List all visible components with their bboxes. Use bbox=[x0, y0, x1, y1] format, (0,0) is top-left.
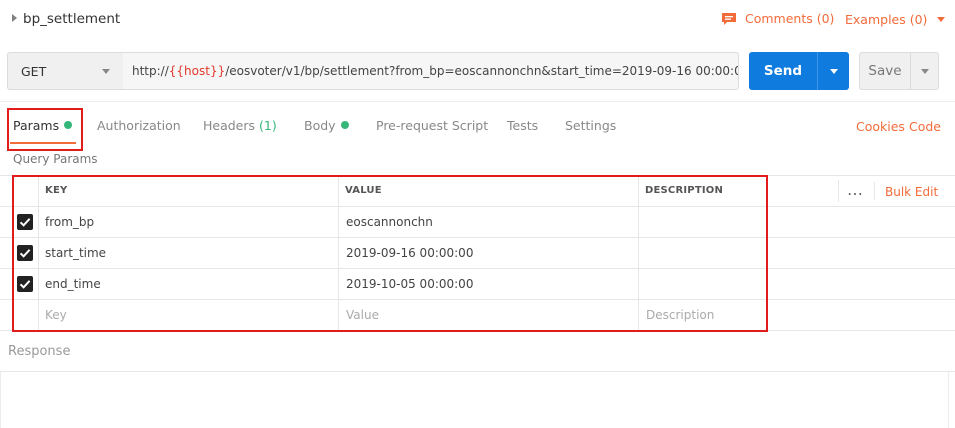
tab-headers[interactable]: Headers (1) bbox=[203, 118, 277, 133]
expand-caret-icon[interactable] bbox=[12, 14, 17, 22]
column-divider bbox=[838, 180, 839, 202]
more-options-icon[interactable]: … bbox=[847, 180, 864, 199]
tab-body-label: Body bbox=[304, 118, 336, 133]
tab-headers-label: Headers bbox=[203, 118, 256, 133]
headers-count: (1) bbox=[259, 118, 277, 133]
panel-border-right bbox=[948, 372, 949, 428]
response-heading: Response bbox=[8, 344, 71, 359]
url-host-variable: {{host}} bbox=[168, 64, 226, 78]
tab-settings[interactable]: Settings bbox=[565, 118, 616, 133]
send-label: Send bbox=[763, 63, 803, 79]
chevron-down-icon bbox=[829, 68, 838, 74]
chevron-down-icon bbox=[102, 68, 110, 74]
tab-authorization[interactable]: Authorization bbox=[97, 118, 181, 133]
method-label: GET bbox=[21, 63, 47, 79]
code-link[interactable]: Code bbox=[909, 119, 941, 134]
tab-tests[interactable]: Tests bbox=[507, 118, 538, 133]
column-divider bbox=[874, 182, 875, 200]
save-label: Save bbox=[868, 63, 902, 79]
divider bbox=[0, 101, 955, 102]
comments-label: Comments (0) bbox=[745, 11, 835, 26]
comments-button[interactable]: Comments (0) bbox=[721, 11, 834, 26]
chevron-down-icon bbox=[920, 68, 929, 74]
body-indicator-dot bbox=[340, 121, 349, 129]
url-path: /eosvoter/v1/bp/settlement?from_bp=eosca… bbox=[225, 64, 739, 78]
request-title[interactable]: bp_settlement bbox=[23, 11, 120, 27]
url-prefix: http:// bbox=[132, 64, 169, 78]
send-button[interactable]: Send bbox=[749, 52, 849, 90]
comment-icon bbox=[721, 12, 737, 26]
cookies-link[interactable]: Cookies bbox=[856, 119, 905, 134]
tab-prerequest-script[interactable]: Pre-request Script bbox=[376, 118, 488, 133]
response-divider bbox=[0, 371, 955, 372]
send-options-button[interactable] bbox=[817, 52, 849, 90]
chevron-down-icon bbox=[937, 17, 946, 22]
save-options-button[interactable] bbox=[910, 53, 938, 89]
examples-dropdown[interactable]: Examples (0) bbox=[845, 12, 946, 27]
bulk-edit-link[interactable]: Bulk Edit bbox=[885, 185, 938, 199]
url-input[interactable]: http://{{host}}/eosvoter/v1/bp/settlemen… bbox=[123, 52, 739, 90]
examples-label: Examples (0) bbox=[845, 12, 928, 27]
annotation-box-params-table bbox=[12, 175, 768, 332]
tab-body[interactable]: Body bbox=[304, 118, 349, 133]
save-button[interactable]: Save bbox=[859, 52, 939, 90]
panel-border-left bbox=[0, 372, 1, 428]
method-select[interactable]: GET bbox=[7, 52, 124, 90]
query-params-heading: Query Params bbox=[13, 152, 98, 166]
annotation-box-params-tab bbox=[7, 108, 83, 151]
